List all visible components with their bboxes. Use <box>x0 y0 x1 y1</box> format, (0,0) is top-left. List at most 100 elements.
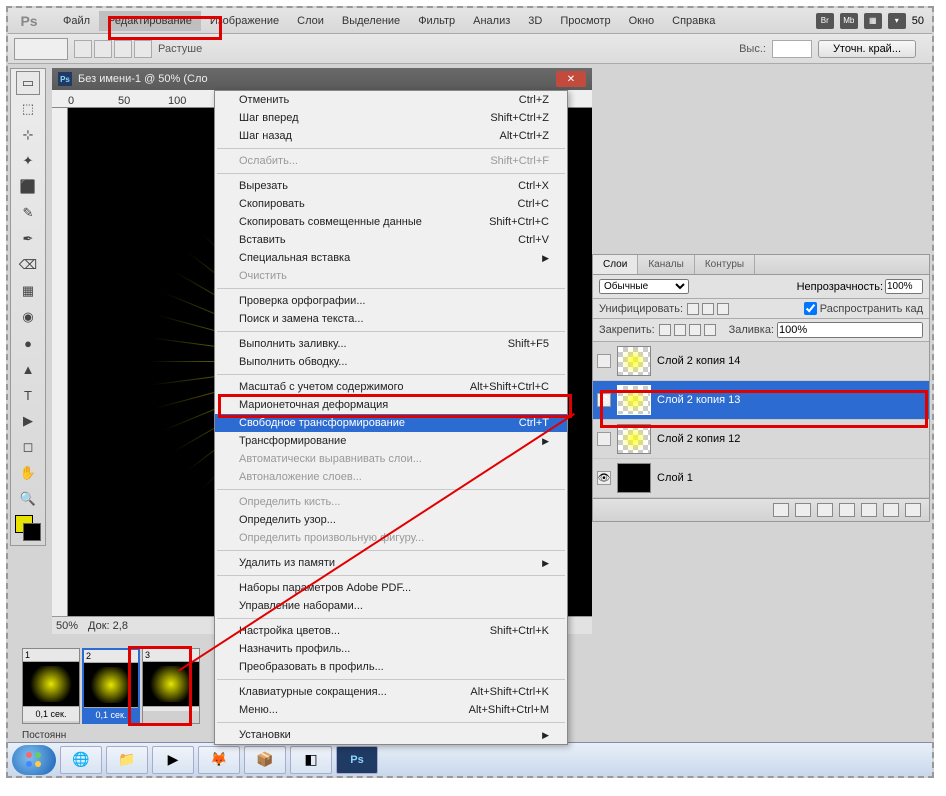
menu-item[interactable]: ВырезатьCtrl+X <box>215 177 567 195</box>
menu-фильтр[interactable]: Фильтр <box>409 11 464 31</box>
tool-0[interactable]: ▭ <box>16 71 40 95</box>
layer-row[interactable]: 👁Слой 1 <box>593 459 929 498</box>
tool-13[interactable]: ▶ <box>16 409 40 433</box>
tool-15[interactable]: ✋ <box>16 461 40 485</box>
tool-1[interactable]: ⬚ <box>16 97 40 121</box>
taskbar-ie-icon[interactable]: 🌐 <box>60 746 102 774</box>
color-swatches[interactable] <box>15 515 41 541</box>
panel-tab[interactable]: Слои <box>593 255 638 274</box>
menu-окно[interactable]: Окно <box>620 11 664 31</box>
menu-item[interactable]: Проверка орфографии... <box>215 292 567 310</box>
fx-icon[interactable] <box>795 503 811 517</box>
animation-frame[interactable]: 10,1 сек. <box>22 648 80 724</box>
panel-tab[interactable]: Каналы <box>638 255 695 274</box>
tool-10[interactable]: ● <box>16 331 40 355</box>
layer-row[interactable]: Слой 2 копия 12 <box>593 420 929 459</box>
link-icon[interactable] <box>773 503 789 517</box>
tool-14[interactable]: ◻ <box>16 435 40 459</box>
menu-item[interactable]: Преобразовать в профиль... <box>215 658 567 676</box>
document-titlebar[interactable]: Ps Без имени-1 @ 50% (Сло ✕ <box>52 68 592 90</box>
mb-icon[interactable]: Mb <box>840 13 858 29</box>
tool-7[interactable]: ⌫ <box>16 253 40 277</box>
menu-просмотр[interactable]: Просмотр <box>551 11 619 31</box>
menu-item[interactable]: Определить узор... <box>215 511 567 529</box>
width-field[interactable] <box>772 40 812 58</box>
start-button[interactable] <box>12 745 56 775</box>
tool-5[interactable]: ✎ <box>16 201 40 225</box>
menu-item[interactable]: Марионеточная деформация <box>215 396 567 414</box>
menu-item[interactable]: Шаг назадAlt+Ctrl+Z <box>215 127 567 145</box>
menu-item[interactable]: Настройка цветов...Shift+Ctrl+K <box>215 622 567 640</box>
tool-3[interactable]: ✦ <box>16 149 40 173</box>
menu-редактирование[interactable]: Редактирование <box>99 11 201 31</box>
menu-слои[interactable]: Слои <box>288 11 333 31</box>
workspace-icon[interactable]: ▾ <box>888 13 906 29</box>
tool-4[interactable]: ⬛ <box>16 175 40 199</box>
group-icon[interactable] <box>861 503 877 517</box>
menu-выделение[interactable]: Выделение <box>333 11 409 31</box>
taskbar-photoshop-icon[interactable]: Ps <box>336 746 378 774</box>
lock-icon[interactable] <box>689 324 701 336</box>
visibility-toggle[interactable]: 👁 <box>597 471 611 485</box>
mask-icon[interactable] <box>817 503 833 517</box>
taskbar-media-icon[interactable]: ▶ <box>152 746 194 774</box>
close-button[interactable]: ✕ <box>556 71 586 87</box>
menu-item[interactable]: ВставитьCtrl+V <box>215 231 567 249</box>
tool-12[interactable]: T <box>16 383 40 407</box>
lock-icon[interactable] <box>704 324 716 336</box>
tool-preset[interactable] <box>14 38 68 60</box>
taskbar-archiver-icon[interactable]: 📦 <box>244 746 286 774</box>
menu-справка[interactable]: Справка <box>663 11 724 31</box>
taskbar-explorer-icon[interactable]: 📁 <box>106 746 148 774</box>
selmode-sub[interactable] <box>114 40 132 58</box>
visibility-toggle[interactable]: 👁 <box>597 393 611 407</box>
menu-item[interactable]: Установки▶ <box>215 726 567 744</box>
tool-8[interactable]: ▦ <box>16 279 40 303</box>
menu-item[interactable]: Меню...Alt+Shift+Ctrl+M <box>215 701 567 719</box>
menu-3d[interactable]: 3D <box>519 11 551 31</box>
visibility-toggle[interactable] <box>597 354 611 368</box>
selmode-new[interactable] <box>74 40 92 58</box>
layer-row[interactable]: 👁Слой 2 копия 13 <box>593 381 929 420</box>
menu-файл[interactable]: Файл <box>54 11 99 31</box>
tool-9[interactable]: ◉ <box>16 305 40 329</box>
unify-icon[interactable] <box>687 303 699 315</box>
menu-item[interactable]: Наборы параметров Adobe PDF... <box>215 579 567 597</box>
tool-2[interactable]: ⊹ <box>16 123 40 147</box>
selmode-add[interactable] <box>94 40 112 58</box>
refine-edge-button[interactable]: Уточн. край... <box>818 40 916 58</box>
menu-item[interactable]: Выполнить обводку... <box>215 353 567 371</box>
menu-item[interactable]: СкопироватьCtrl+C <box>215 195 567 213</box>
views-icon[interactable]: ▦ <box>864 13 882 29</box>
menu-item[interactable]: Выполнить заливку...Shift+F5 <box>215 335 567 353</box>
menu-item[interactable]: Клавиатурные сокращения...Alt+Shift+Ctrl… <box>215 683 567 701</box>
tool-11[interactable]: ▲ <box>16 357 40 381</box>
menu-item[interactable]: Поиск и замена текста... <box>215 310 567 328</box>
unify-icon[interactable] <box>717 303 729 315</box>
menu-item[interactable]: Специальная вставка▶ <box>215 249 567 267</box>
fill-field[interactable] <box>777 322 923 338</box>
adjustment-icon[interactable] <box>839 503 855 517</box>
menu-анализ[interactable]: Анализ <box>464 11 519 31</box>
layer-row[interactable]: Слой 2 копия 14 <box>593 342 929 381</box>
new-layer-icon[interactable] <box>883 503 899 517</box>
tool-16[interactable]: 🔍 <box>16 487 40 511</box>
taskbar-app-icon[interactable]: ◧ <box>290 746 332 774</box>
menu-item[interactable]: Удалить из памяти▶ <box>215 554 567 572</box>
br-icon[interactable]: Br <box>816 13 834 29</box>
animation-frame[interactable]: 3 <box>142 648 200 724</box>
trash-icon[interactable] <box>905 503 921 517</box>
panel-tab[interactable]: Контуры <box>695 255 755 274</box>
lock-icon[interactable] <box>659 324 671 336</box>
animation-frame[interactable]: 20,1 сек. <box>82 648 140 724</box>
menu-item[interactable]: Шаг впередShift+Ctrl+Z <box>215 109 567 127</box>
selmode-intersect[interactable] <box>134 40 152 58</box>
blend-mode-select[interactable]: Обычные <box>599 279 689 294</box>
lock-icon[interactable] <box>674 324 686 336</box>
taskbar-firefox-icon[interactable]: 🦊 <box>198 746 240 774</box>
menu-item[interactable]: Масштаб с учетом содержимогоAlt+Shift+Ct… <box>215 378 567 396</box>
propagate-checkbox[interactable] <box>804 302 817 315</box>
background-swatch[interactable] <box>23 523 41 541</box>
menu-item[interactable]: Назначить профиль... <box>215 640 567 658</box>
unify-icon[interactable] <box>702 303 714 315</box>
